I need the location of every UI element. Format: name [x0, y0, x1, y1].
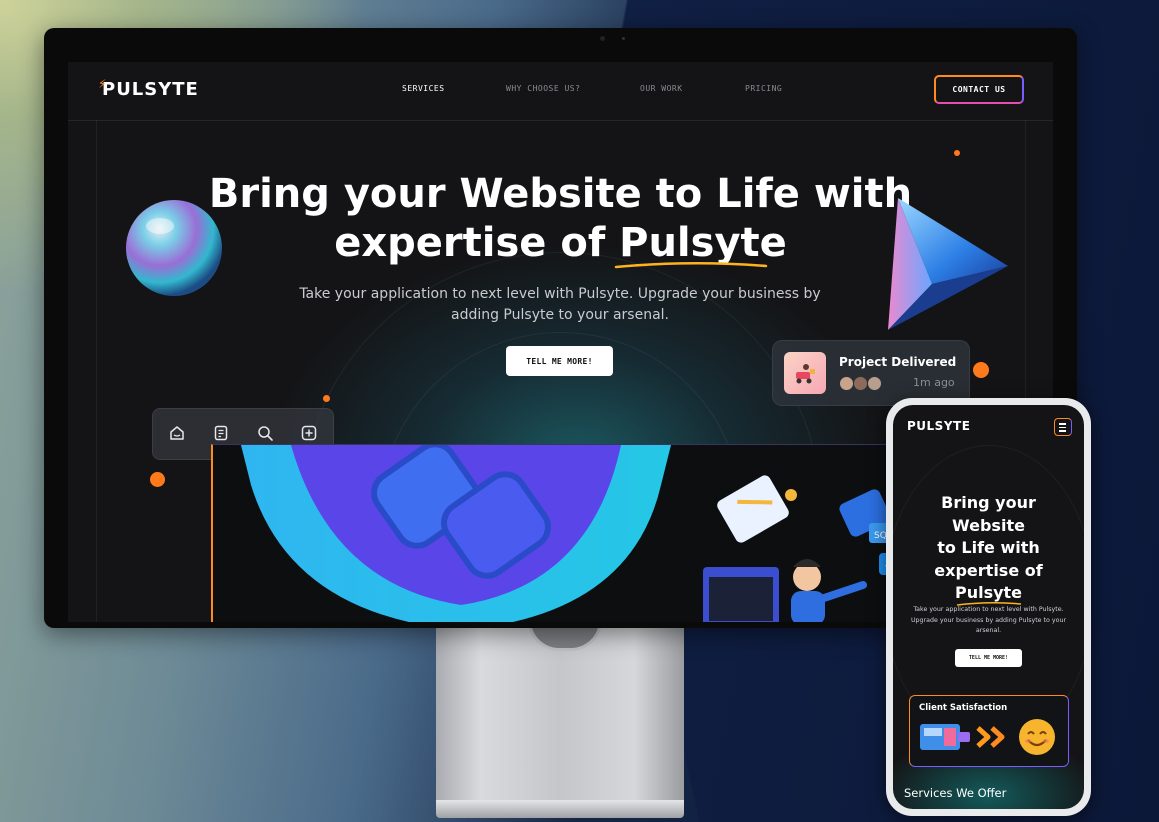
logo-text: PULSYTE [102, 79, 199, 100]
mobile-phone: PULSYTE Bring your Website to Life with … [886, 398, 1091, 816]
hamburger-menu-icon[interactable] [1054, 418, 1072, 436]
avatar [839, 376, 854, 391]
search-icon[interactable] [256, 424, 274, 442]
camera-dot [600, 36, 605, 41]
mobile-title-line: expertise of [934, 560, 1043, 580]
mobile-logo[interactable]: PULSYTE [907, 419, 970, 433]
monitor-stand [436, 628, 684, 808]
nav-services[interactable]: SERVICES [402, 84, 445, 93]
menu-bar [1059, 430, 1066, 432]
project-card-title: Project Delivered [839, 355, 957, 369]
link-logo-graphic [241, 445, 671, 622]
home-icon[interactable] [168, 424, 186, 442]
mobile-title-line: Website [952, 515, 1025, 535]
mobile-subtitle-line: Take your application to next level with… [913, 606, 1064, 613]
top-navigation: ⚡ PULSYTE SERVICES WHY CHOOSE US? OUR WOR… [68, 62, 1053, 121]
tell-me-more-button[interactable]: TELL ME MORE! [506, 346, 613, 376]
pulsyte-logo[interactable]: ⚡ PULSYTE [98, 77, 199, 100]
mobile-title-line: Bring your [941, 493, 1036, 512]
avatar [853, 376, 868, 391]
avatar [867, 376, 882, 391]
decor-dot [973, 362, 989, 378]
mobile-hero-subtitle: Take your application to next level with… [907, 605, 1070, 637]
dashboard-illustration-icon [920, 724, 970, 750]
pyramid-graphic [888, 198, 1008, 330]
decor-dot [954, 150, 960, 156]
mobile-hero-title: Bring your Website to Life with expertis… [893, 492, 1084, 605]
nav-pricing[interactable]: PRICING [745, 84, 782, 93]
hero-subtitle-line: adding Pulsyte to your arsenal. [450, 307, 669, 323]
chevrons-right-icon [976, 726, 1005, 748]
smiley-face-icon [1019, 719, 1055, 755]
bolt-icon: ⚡ [98, 77, 108, 91]
menu-bar [1059, 423, 1066, 425]
add-icon[interactable] [300, 424, 318, 442]
project-card-time: 1m ago [913, 376, 955, 389]
bubble-sphere-graphic [126, 200, 222, 296]
mobile-subtitle-line: Upgrade your business by adding Pulsyte … [910, 616, 1067, 624]
client-satisfaction-title: Client Satisfaction [919, 703, 1008, 713]
project-delivered-card: Project Delivered 1m ago [772, 340, 970, 406]
title-underline [614, 261, 768, 269]
menu-bar [1059, 426, 1066, 428]
client-satisfaction-card: Client Satisfaction [909, 695, 1069, 767]
hero-subtitle: Take your application to next level with… [294, 284, 826, 326]
hero-subtitle-line: Take your application to next level with… [299, 286, 821, 302]
sensor-dot [622, 37, 625, 40]
contact-us-button[interactable]: CONTACT US [934, 75, 1024, 104]
project-thumbnail [784, 352, 826, 394]
services-we-offer-heading: Services We Offer [904, 786, 1007, 800]
nav-our-work[interactable]: OUR WORK [640, 84, 683, 93]
document-icon[interactable] [212, 424, 230, 442]
nav-why-choose-us[interactable]: WHY CHOOSE US? [506, 84, 580, 93]
mobile-tell-me-more-button[interactable]: TELL ME MORE! [955, 649, 1022, 667]
monitor-stand-base [436, 800, 684, 818]
decor-dot [150, 472, 165, 487]
mobile-subtitle-line: arsenal. [975, 627, 1002, 634]
courier-illustration-icon [796, 364, 815, 384]
mobile-title-line: to Life with [937, 538, 1040, 557]
decor-dot [323, 395, 330, 402]
mobile-screen: PULSYTE Bring your Website to Life with … [893, 405, 1084, 809]
